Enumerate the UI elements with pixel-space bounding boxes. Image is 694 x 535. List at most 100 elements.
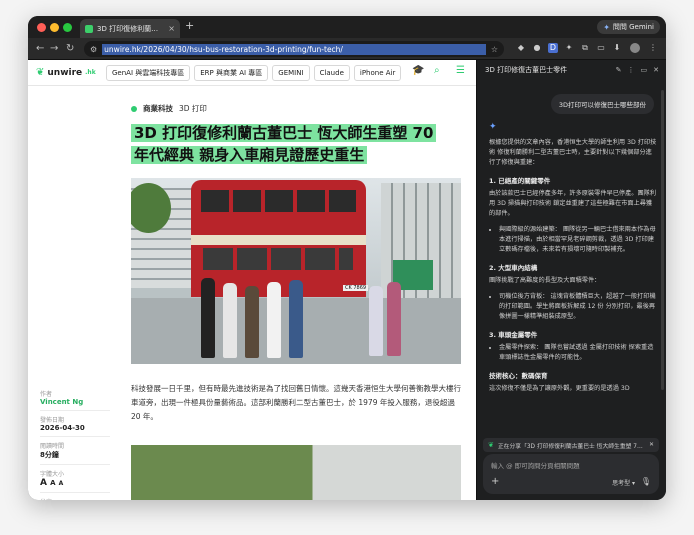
hamburger-menu-icon[interactable]: ☰ [456, 65, 465, 76]
reload-icon[interactable]: ↻ [66, 42, 74, 56]
headline-line-1: 3D 打印復修利蘭古董巴士 恆大師生重塑 70 [131, 124, 437, 142]
list-item: 金屬零件探索： 團隊也嘗試透過 金屬打印技術 探索重造車頭標誌性金屬零件的可能性… [499, 343, 657, 363]
download-icon[interactable]: ⬇ [612, 43, 622, 53]
gemini-button-label: 問問 Gemini [612, 23, 654, 31]
share-context-bar: ❦ 正在分享「3D 打印修復利蘭古董巴士 恆大師生重塑 70... ✕ [483, 438, 659, 452]
panel-scrollbar[interactable] [661, 90, 664, 390]
add-attachment-icon[interactable]: + [491, 476, 499, 487]
mode-selector[interactable]: 思考型 ▾ [612, 478, 635, 487]
publish-date: 2026-04-30 [40, 424, 110, 437]
minimize-window-button[interactable] [50, 23, 59, 32]
section-heading: 技術核心：數碼保育 [489, 372, 548, 380]
prompt-input[interactable]: 輸入 @ 即可詢問分頁相關問題 + 思考型 ▾ 🎙 [483, 454, 659, 494]
read-time-label: 閱讀時間 [40, 443, 65, 450]
bus-plate: CK 7869 [343, 285, 369, 291]
subcategory-link[interactable]: 3D 打印 [179, 103, 207, 114]
site-info-icon[interactable]: ⚙ [90, 45, 97, 54]
forward-arrow-icon[interactable]: → [50, 42, 58, 56]
gemini-sparkle-icon: ✦ [489, 122, 497, 132]
section-body: 團隊挑戰了高難度的長型及大面積零件： [489, 277, 601, 284]
bookmark-star-icon[interactable]: ☆ [491, 45, 498, 54]
author-name[interactable]: Vincent Ng [40, 398, 110, 411]
browser-window: 3D 打印復修利蘭古董巴士 恆大... × + ✦ 問問 Gemini ← → … [28, 16, 666, 500]
list-item: 與國際級的源始建築： 團隊從另一輛巴士借來兩本作為母本進行掃描，由於相當罕見老碎… [499, 225, 657, 255]
section-heading: 2. 大型車內結構 [489, 264, 538, 272]
second-image [131, 445, 461, 500]
section-heading: 1. 已絕產的關鍵零件 [489, 177, 551, 185]
gemini-response: 根據您提供的文章內容，香港恒生大學的師生利用 3D 打印技術 修復利蘭勝利二型古… [489, 138, 657, 400]
tab-bar: 3D 打印復修利蘭古董巴士 恆大... × + ✦ 問問 Gemini [28, 16, 666, 38]
gemini-sparkle-icon: ✦ [603, 22, 610, 32]
panel-header: 3D 打印修復古董巴士零件 ✎ ⋮ ▭ ✕ [477, 60, 666, 80]
date-label: 發佈日期 [40, 417, 65, 424]
section-body: 由於該款巴士已經停產多年，許多原裝零件早已停產。團隊利用 3D 掃描與打印技術 … [489, 190, 657, 217]
more-icon[interactable]: ⋮ [628, 66, 635, 74]
avatar[interactable] [630, 43, 640, 53]
back-arrow-icon[interactable]: ← [36, 42, 44, 56]
graduation-cap-icon[interactable]: 🎓 [412, 65, 424, 76]
site-header: ❦ unwire .hk GenAI 與雲端科技專區 ERP 與商業 AI 專區… [28, 60, 476, 86]
nav-link[interactable]: iPhone Air [353, 65, 402, 81]
url-text: unwire.hk/2026/04/30/hsu-bus-restoration… [102, 43, 486, 55]
font-size-controls: A A A [40, 478, 110, 493]
extension-icon[interactable]: ● [532, 43, 542, 53]
gemini-button[interactable]: ✦ 問問 Gemini [597, 20, 660, 34]
article-meta: 作者 Vincent Ng 發佈日期 2026-04-30 閱讀時間 8分鐘 字… [40, 385, 110, 500]
edit-icon[interactable]: ✎ [616, 66, 622, 74]
breadcrumb: 商業科技 3D 打印 [131, 103, 207, 114]
logo-suffix: .hk [85, 69, 96, 76]
hero-image: CK 7869 [131, 178, 461, 364]
search-icon[interactable]: ⌕ [434, 65, 440, 76]
prompt-placeholder: 輸入 @ 即可詢問分頁相關問題 [491, 462, 580, 470]
new-tab-button[interactable]: + [185, 19, 194, 32]
read-time: 8分鐘 [40, 450, 110, 465]
nav-link[interactable]: Claude [313, 65, 350, 81]
menu-kebab-icon[interactable]: ⋮ [648, 43, 658, 53]
extension-icon[interactable]: ◆ [516, 43, 526, 53]
share-label: 分享 [40, 497, 110, 500]
author-label: 作者 [40, 391, 53, 398]
site-favicon-icon [85, 24, 93, 33]
mic-icon[interactable]: 🎙 [641, 477, 651, 486]
headline-line-2: 年代經典 親身入車廂見證歷史重生 [131, 146, 368, 164]
category-link[interactable]: 商業科技 [143, 103, 173, 114]
mode-label: 思考型 [612, 480, 631, 487]
page-title: 3D 打印復修利蘭古董巴士 恆大師生重塑 70 年代經典 親身入車廂見證歷史重生 [131, 122, 466, 166]
close-tab-icon[interactable]: × [168, 24, 175, 33]
extension-icon[interactable]: D [548, 43, 558, 53]
nav-link[interactable]: ERP 與商業 AI 專區 [194, 65, 269, 81]
site-favicon-icon: ❦ [488, 441, 494, 449]
nav-link[interactable]: GEMINI [272, 65, 310, 81]
panel-title: 3D 打印修復古董巴士零件 [485, 66, 568, 74]
tab-title: 3D 打印復修利蘭古董巴士 恆大... [97, 24, 164, 33]
logo-text: unwire [47, 67, 83, 78]
font-size-label: 字體大小 [40, 471, 65, 478]
user-message: 3D打印可以修復巴士哪些部份 [550, 94, 654, 114]
close-share-icon[interactable]: ✕ [649, 442, 654, 448]
address-bar[interactable]: ⚙ unwire.hk/2026/04/30/hsu-bus-restorati… [84, 41, 504, 57]
list-item: 司機位後方背板： 這塊背板體積巨大，超越了一般打印機的打印範圍。學生將面板拆解成… [499, 292, 657, 322]
category-dot-icon [131, 105, 137, 112]
font-size-medium-button[interactable]: A [50, 479, 55, 487]
gemini-side-panel: 3D 打印修復古董巴士零件 ✎ ⋮ ▭ ✕ 3D打印可以修復巴士哪些部份 ✦ 根… [476, 60, 666, 500]
font-size-large-button[interactable]: A [40, 478, 47, 488]
browser-tab[interactable]: 3D 打印復修利蘭古董巴士 恆大... × [80, 19, 180, 38]
response-intro: 根據您提供的文章內容，香港恒生大學的師生利用 3D 打印技術 修復利蘭勝利二型古… [489, 139, 657, 166]
font-size-small-button[interactable]: A [59, 480, 64, 487]
sidepanel-icon[interactable]: ▭ [596, 43, 606, 53]
section-heading: 3. 車頭金屬零件 [489, 331, 538, 339]
toolbar: ← → ↻ ⚙ unwire.hk/2026/04/30/hsu-bus-res… [28, 38, 666, 60]
close-icon[interactable]: ✕ [653, 66, 659, 74]
close-window-button[interactable] [37, 23, 46, 32]
logo-leaf-icon: ❦ [36, 67, 45, 78]
site-nav: GenAI 與雲端科技專區 ERP 與商業 AI 專區 GEMINI Claud… [106, 65, 402, 81]
nav-link[interactable]: GenAI 與雲端科技專區 [106, 65, 191, 81]
site-logo[interactable]: ❦ unwire .hk [36, 67, 96, 78]
section-body: 這次修復不僅是為了讓原外觀，更重要的是透過 3D [489, 385, 630, 392]
expand-icon[interactable]: ▭ [641, 66, 648, 74]
extension-icon[interactable]: ✦ [564, 43, 574, 53]
article-paragraph: 科技發展一日千里，但有時最先進技術是為了找回舊日情懷。這幾天香港恒生大學何善衡教… [131, 384, 461, 421]
web-page: ❦ unwire .hk GenAI 與雲端科技專區 ERP 與商業 AI 專區… [28, 60, 476, 500]
puzzle-icon[interactable]: ⧉ [580, 43, 590, 53]
maximize-window-button[interactable] [63, 23, 72, 32]
